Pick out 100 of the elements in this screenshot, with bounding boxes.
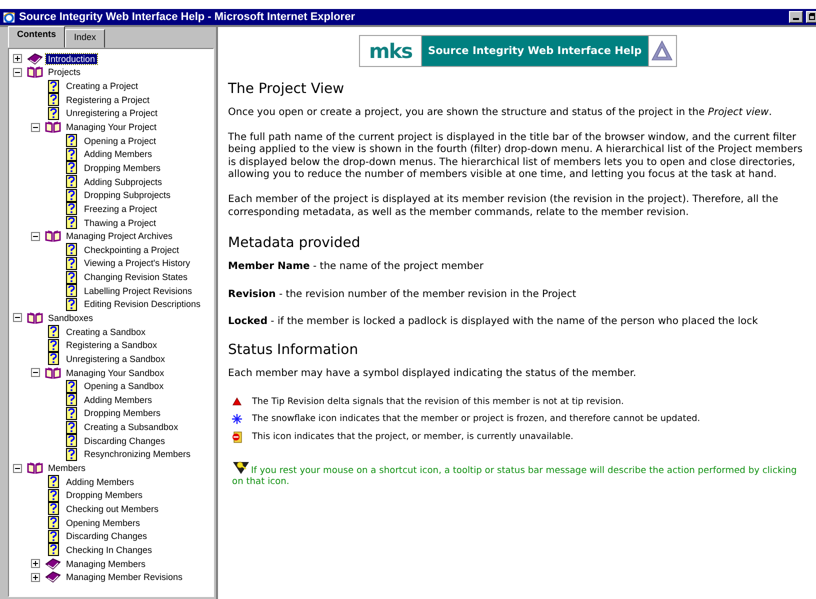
collapse-toggle-icon[interactable] xyxy=(31,368,40,378)
expand-toggle-icon[interactable] xyxy=(31,559,40,568)
open-book-icon xyxy=(45,230,61,242)
tree-item[interactable]: Freezing a Project xyxy=(82,204,160,214)
help-page-icon xyxy=(66,188,76,202)
tree-item[interactable]: Introduction xyxy=(46,54,98,64)
tree-item[interactable]: Unregistering a Project xyxy=(64,108,160,118)
tree-item[interactable]: Sandboxes xyxy=(46,312,96,323)
tip-text: If you rest your mouse on a shortcut icon, a tooltip or status bar message will describe the action performed by clicking on that icon. xyxy=(232,460,806,488)
tree-item[interactable]: Registering a Project xyxy=(64,94,152,105)
collapse-toggle-icon[interactable] xyxy=(31,122,40,132)
closed-book-icon xyxy=(27,52,43,65)
paragraph: The full path name of the current project is displayed in the title bar of the browser window, and the current filter being applied to the view is shown in the fourth (filter) drop-down menu. A hierarchical list of the Project members is displayed below the drop-down menus. The hierarchical list of members lets you to open and close directories, allowing you to reduce the number of members visible at one time, and letting you focus at the task at hand. xyxy=(228,132,804,182)
expand-toggle-icon[interactable] xyxy=(13,54,22,64)
tree-item[interactable]: Creating a Subsandbox xyxy=(82,422,180,432)
help-page-icon xyxy=(66,298,76,311)
tree-item[interactable]: Discarding Changes xyxy=(64,531,150,542)
tree-item[interactable]: Managing Your Sandbox xyxy=(64,368,166,378)
help-page-icon xyxy=(48,475,58,488)
tree-item[interactable]: Managing Your Project xyxy=(64,122,159,132)
unavailable-icon xyxy=(232,430,242,443)
tree-item[interactable]: Unregistering a Sandbox xyxy=(64,354,168,364)
collapse-toggle-icon[interactable] xyxy=(13,68,22,77)
help-page-icon xyxy=(48,516,58,530)
tree-item[interactable]: Creating a Sandbox xyxy=(64,326,148,337)
tree-item[interactable]: Projects xyxy=(46,67,83,78)
key-triangle-icon xyxy=(232,460,250,475)
help-page-icon xyxy=(48,338,58,352)
restore-button[interactable] xyxy=(806,11,816,23)
tree-item[interactable]: Adding Members xyxy=(64,476,136,487)
paragraph: Once you open or create a project, you are shown the structure and status of the project in the Project view. xyxy=(228,107,773,120)
tab[interactable]: Contents xyxy=(8,26,65,48)
help-page-icon xyxy=(48,325,58,338)
help-page-icon xyxy=(66,448,76,461)
tree-item[interactable]: Adding Subprojects xyxy=(82,176,164,187)
collapse-toggle-icon[interactable] xyxy=(31,232,40,241)
tree-item[interactable]: Managing Member Revisions xyxy=(64,572,185,582)
help-page-icon xyxy=(48,80,58,93)
help-page-icon xyxy=(66,202,76,216)
tree-item[interactable]: Dropping Members xyxy=(82,162,163,173)
paragraph: Each member may have a symbol displayed indicating the status of the member. xyxy=(228,368,638,381)
tree-item[interactable]: Thawing a Project xyxy=(82,218,158,228)
open-book-icon xyxy=(45,366,61,379)
tree-item[interactable]: Managing Project Archives xyxy=(64,231,175,242)
help-page-icon xyxy=(48,543,58,556)
tree-item[interactable]: Viewing a Project's History xyxy=(82,258,192,268)
minimize-button[interactable] xyxy=(789,11,803,23)
tree-item[interactable]: Resynchronizing Members xyxy=(82,449,193,460)
snowflake-icon xyxy=(232,414,242,424)
triangle-logo-icon xyxy=(650,39,674,63)
tree-item[interactable]: Creating a Project xyxy=(64,81,140,92)
help-page-icon xyxy=(66,134,76,148)
tree-item[interactable]: Members xyxy=(46,463,88,474)
collapse-toggle-icon[interactable] xyxy=(13,313,22,322)
open-book-icon xyxy=(27,462,43,474)
help-page-icon xyxy=(66,380,76,393)
status-text: The Tip Revision delta signals that the revision of this member is not at tip revision. xyxy=(252,396,624,407)
tree-item[interactable]: Registering a Sandbox xyxy=(64,340,160,350)
tree-item[interactable]: Editing Revision Descriptions xyxy=(82,299,203,310)
triangle-icon xyxy=(232,397,242,406)
tree-item[interactable]: Dropping Members xyxy=(82,408,163,418)
tree-item[interactable]: Dropping Subprojects xyxy=(82,190,173,200)
tree-item[interactable]: Checking In Changes xyxy=(64,544,154,555)
tree-item[interactable]: Discarding Changes xyxy=(82,436,168,446)
help-page-icon xyxy=(66,284,76,298)
help-page-icon xyxy=(48,488,58,502)
help-page-icon xyxy=(48,502,58,516)
tree-item[interactable]: Checking out Members xyxy=(64,504,161,514)
section-heading: Metadata provided xyxy=(228,235,362,252)
tree-item[interactable]: Labelling Project Revisions xyxy=(82,286,194,296)
tree-item[interactable]: Adding Members xyxy=(82,149,154,160)
tree-item[interactable]: Opening a Sandbox xyxy=(82,381,166,392)
tree-item[interactable]: Adding Members xyxy=(82,394,154,405)
help-page-icon xyxy=(66,256,76,270)
collapse-toggle-icon[interactable] xyxy=(13,464,22,473)
status-text: This icon indicates that the project, or member, is currently unavailable. xyxy=(252,432,574,442)
closed-book-icon xyxy=(45,558,61,570)
open-book-icon xyxy=(27,312,43,324)
tree-item[interactable]: Changing Revision States xyxy=(82,272,190,282)
tab[interactable]: Index xyxy=(65,29,106,48)
help-page-icon xyxy=(66,406,76,420)
tree-item[interactable]: Checkpointing a Project xyxy=(82,244,182,255)
open-book-icon xyxy=(45,121,61,134)
tree-item[interactable]: Managing Members xyxy=(64,558,148,569)
help-page-icon xyxy=(48,530,58,543)
status-text: The snowflake icon indicates that the member or project is frozen, and therefore cannot be updated. xyxy=(252,414,700,424)
help-page-icon xyxy=(66,270,76,284)
help-page-icon xyxy=(66,420,76,434)
help-page-icon xyxy=(66,175,76,188)
expand-toggle-icon[interactable] xyxy=(31,572,40,582)
section-heading: Status Information xyxy=(228,342,360,358)
tree-item[interactable]: Dropping Members xyxy=(64,490,145,500)
tree-item[interactable]: Opening Members xyxy=(64,518,142,528)
metadata-item: Member Name - the name of the project member xyxy=(228,261,484,274)
help-page-icon xyxy=(48,352,58,366)
topic-heading: The Project View xyxy=(228,81,346,97)
paragraph: Each member of the project is displayed at its member revision (the revision in the project). Therefore, all the corresponding metadata, as well as the member commands, relate to the member revision. xyxy=(228,194,780,220)
tree-item[interactable]: Opening a Project xyxy=(82,136,158,146)
window-title: Source Integrity Web Interface Help - Microsoft Internet Explorer xyxy=(19,11,356,23)
metadata-item: Locked - if the member is locked a padlock is displayed with the name of the person who placed the lock xyxy=(228,316,759,329)
